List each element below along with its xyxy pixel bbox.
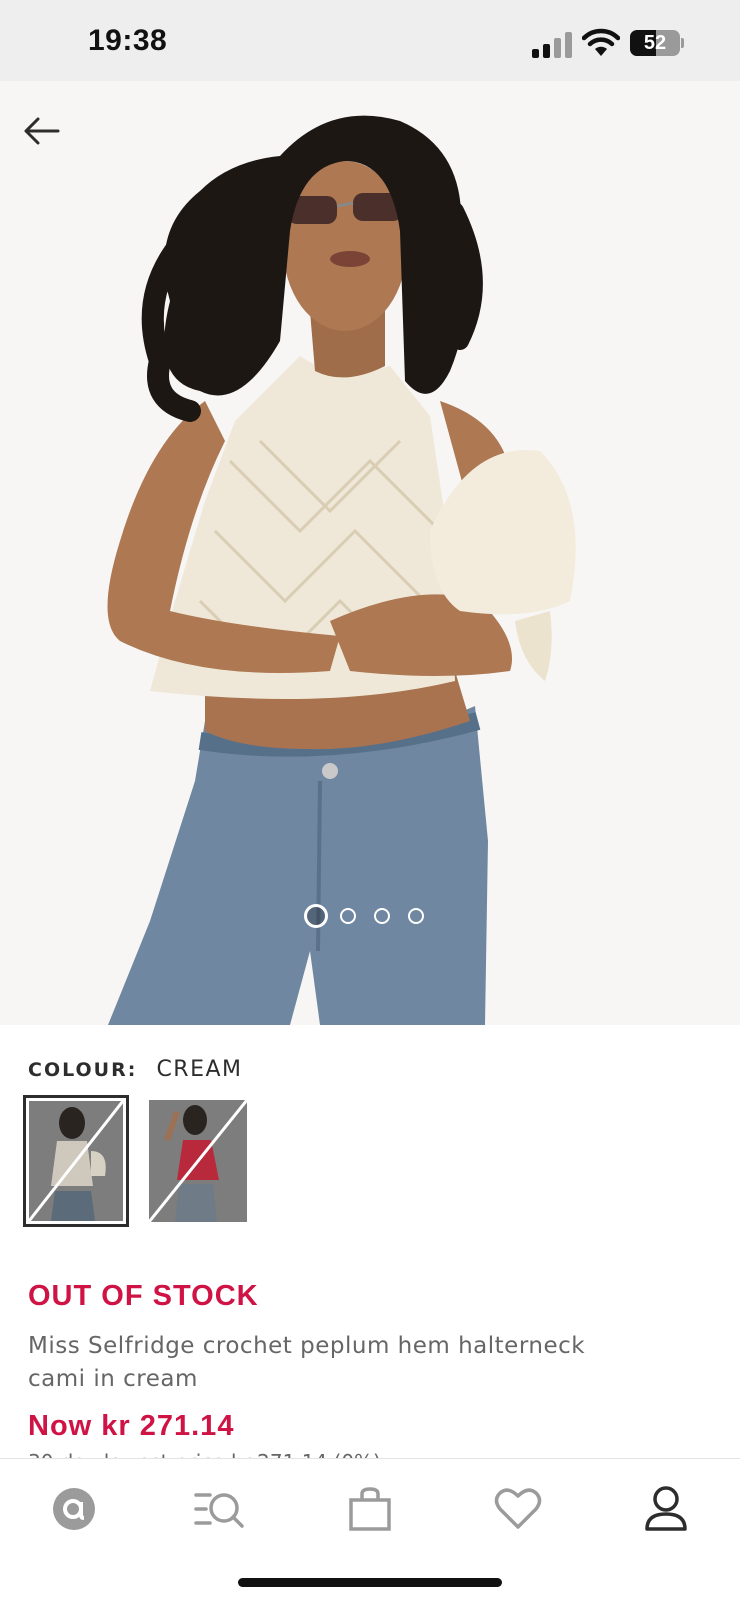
colour-label: COLOUR: <box>28 1059 138 1081</box>
product-title: Miss Selfridge crochet peplum hem halter… <box>28 1333 586 1392</box>
bag-icon[interactable] <box>342 1481 398 1537</box>
asos-logo-icon[interactable] <box>46 1481 102 1537</box>
colour-swatch-cream[interactable] <box>23 1095 129 1227</box>
wifi-icon <box>582 28 620 56</box>
home-indicator <box>238 1578 502 1587</box>
carousel-dot[interactable] <box>408 908 424 924</box>
product-price: Now kr 271.14 <box>28 1410 235 1442</box>
cellular-signal-icon <box>532 30 572 58</box>
carousel-dot[interactable] <box>340 908 356 924</box>
user-icon[interactable] <box>638 1481 694 1537</box>
price-note-text: 30-day lowest price kr 271.14 (0%) <box>28 1449 381 1458</box>
battery-icon: 52 <box>630 30 684 56</box>
heart-icon[interactable] <box>490 1481 546 1537</box>
search-categories-icon[interactable] <box>192 1481 248 1537</box>
back-arrow-icon[interactable] <box>20 109 64 153</box>
carousel-dot[interactable] <box>304 904 328 928</box>
battery-percent: 52 <box>643 32 667 54</box>
status-bar: 19:38 52 <box>0 0 740 81</box>
colour-swatch-red[interactable] <box>149 1100 247 1222</box>
price-note: 30-day lowest price kr 271.14 (0%) <box>28 1448 381 1458</box>
swatch-thumbnail <box>149 1100 247 1222</box>
colour-value: CREAM <box>156 1057 243 1082</box>
stock-status: OUT OF STOCK <box>28 1280 259 1312</box>
colour-selector-label: COLOUR: CREAM <box>28 1055 243 1085</box>
product-photo <box>107 115 576 1025</box>
product-image-gallery[interactable] <box>0 81 740 1025</box>
swatch-thumbnail <box>29 1101 123 1221</box>
carousel-dot[interactable] <box>374 908 390 924</box>
status-time: 19:38 <box>88 24 168 57</box>
